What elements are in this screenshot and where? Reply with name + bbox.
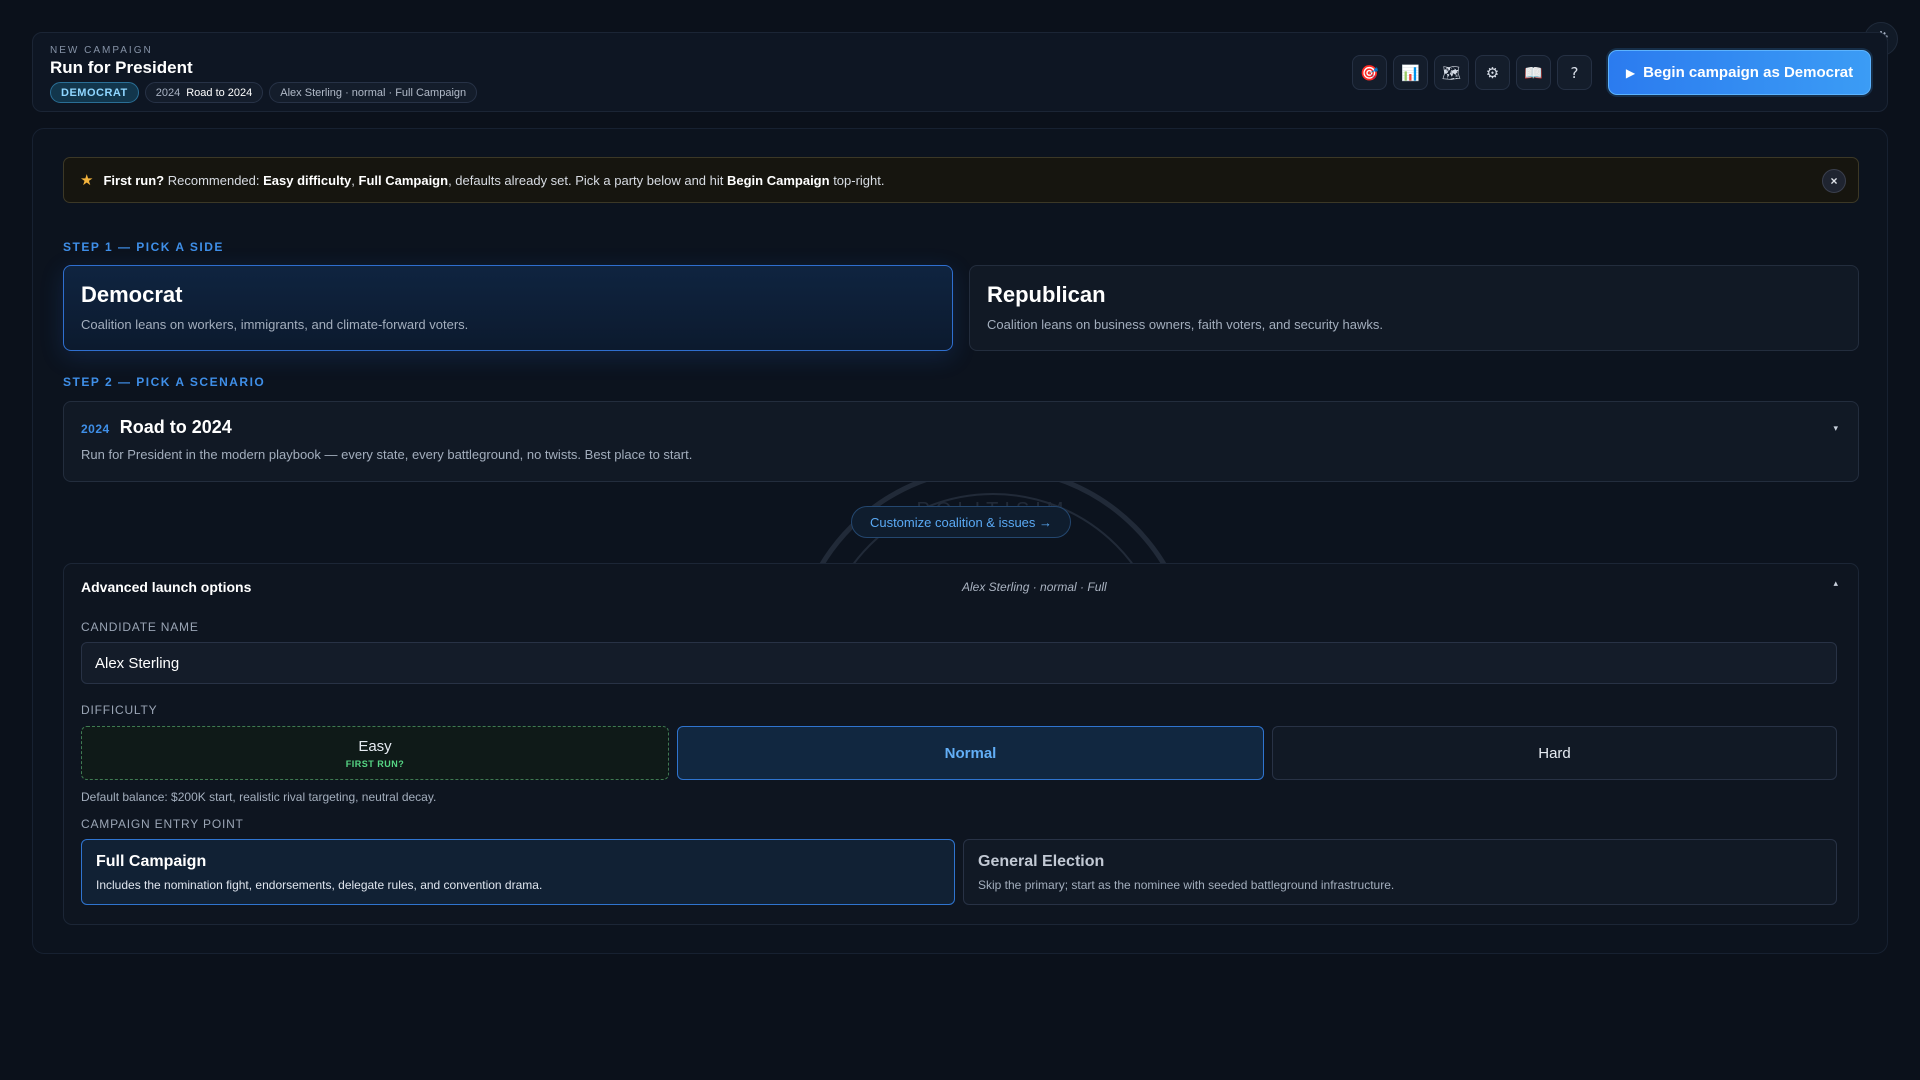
- scenario-chip-name: Road to 2024: [186, 86, 253, 99]
- first-run-tip: ★ First run? Recommended: Easy difficult…: [63, 157, 1859, 203]
- party-desc: Coalition leans on workers, immigrants, …: [81, 317, 469, 332]
- advanced-summary: Alex Sterling · normal · Full: [962, 580, 1107, 594]
- book-icon: 📖: [1524, 63, 1543, 82]
- candidate-name-input[interactable]: [81, 642, 1837, 684]
- begin-campaign-button[interactable]: ▶ Begin campaign as Democrat: [1608, 50, 1871, 95]
- help-button[interactable]: ?: [1557, 55, 1592, 90]
- entry-full-campaign-button[interactable]: Full Campaign Includes the nomination fi…: [81, 839, 955, 905]
- difficulty-note: Default balance: $200K start, realistic …: [81, 790, 437, 804]
- step1-label: STEP 1 — PICK A SIDE: [63, 240, 224, 254]
- candidate-name-label: CANDIDATE NAME: [81, 620, 199, 634]
- entry-point-label: CAMPAIGN ENTRY POINT: [81, 817, 244, 831]
- first-run-badge: FIRST RUN?: [345, 758, 405, 769]
- gear-icon: ⚙: [1485, 63, 1500, 82]
- setup-panel: POLITISIM CAMPAIGN SIMULATION ★ First ru…: [32, 128, 1888, 954]
- bar-chart-icon: 📊: [1401, 63, 1420, 82]
- entry-title: Full Campaign: [96, 853, 207, 870]
- stats-button[interactable]: 📊: [1393, 55, 1428, 90]
- close-icon: ×: [1830, 174, 1838, 188]
- header-toolbar: 🎯 📊 🗺 ⚙ 📖 ?: [1352, 55, 1592, 90]
- guide-button[interactable]: 📖: [1516, 55, 1551, 90]
- entry-desc: Skip the primary; start as the nominee w…: [978, 878, 1395, 892]
- chevron-down-icon: ▾: [1833, 424, 1838, 434]
- difficulty-label: DIFFICULTY: [81, 703, 158, 717]
- scenario-desc: Run for President in the modern playbook…: [81, 447, 693, 462]
- difficulty-easy-button[interactable]: Easy FIRST RUN?: [81, 726, 669, 780]
- header-chips: DEMOCRAT 2024 Road to 2024 Alex Sterling…: [50, 82, 478, 103]
- begin-campaign-label: Begin campaign as Democrat: [1643, 64, 1854, 81]
- star-icon: ★: [80, 171, 94, 189]
- map-icon: 🗺: [1441, 63, 1462, 82]
- target-icon: 🎯: [1360, 63, 1379, 82]
- play-icon: ▶: [1625, 65, 1636, 80]
- help-icon: ?: [1570, 63, 1579, 82]
- party-card-democrat[interactable]: Democrat Coalition leans on workers, imm…: [63, 265, 953, 351]
- chevron-up-icon[interactable]: ▴: [1833, 579, 1838, 589]
- scenario-chip-year: 2024: [155, 86, 181, 99]
- entry-desc: Includes the nomination fight, endorseme…: [96, 878, 543, 892]
- map-button[interactable]: 🗺: [1434, 55, 1469, 90]
- scenario-year: 2024: [81, 422, 110, 436]
- difficulty-hard-label: Hard: [1538, 744, 1571, 762]
- customize-coalition-button[interactable]: Customize coalition & issues →: [851, 506, 1071, 538]
- party-chip: DEMOCRAT: [50, 82, 139, 103]
- campaign-header: NEW CAMPAIGN Run for President DEMOCRAT …: [32, 32, 1888, 112]
- meta-chip: Alex Sterling · normal · Full Campaign: [269, 82, 478, 103]
- difficulty-normal-button[interactable]: Normal: [677, 726, 1264, 780]
- party-name: Democrat: [81, 282, 183, 307]
- header-kicker: NEW CAMPAIGN: [50, 45, 153, 56]
- party-desc: Coalition leans on business owners, fait…: [987, 317, 1383, 332]
- entry-general-election-button[interactable]: General Election Skip the primary; start…: [963, 839, 1837, 905]
- settings-button[interactable]: ⚙: [1475, 55, 1510, 90]
- difficulty-easy-label: Easy: [358, 737, 392, 755]
- step2-label: STEP 2 — PICK A SCENARIO: [63, 375, 266, 389]
- scenario-chip: 2024 Road to 2024: [144, 82, 264, 103]
- close-tip-button[interactable]: ×: [1822, 169, 1846, 193]
- difficulty-normal-label: Normal: [944, 744, 997, 762]
- entry-title: General Election: [978, 853, 1105, 870]
- party-card-republican[interactable]: Republican Coalition leans on business o…: [969, 265, 1859, 351]
- party-name: Republican: [987, 282, 1106, 307]
- advanced-options-toggle[interactable]: Advanced launch options: [81, 579, 251, 595]
- scenario-select[interactable]: 2024 Road to 2024 Run for President in t…: [63, 401, 1859, 482]
- difficulty-hard-button[interactable]: Hard: [1272, 726, 1837, 780]
- target-button[interactable]: 🎯: [1352, 55, 1387, 90]
- tip-text: First run? Recommended: Easy difficulty,…: [103, 172, 885, 188]
- page-title: Run for President: [50, 58, 193, 77]
- scenario-name: Road to 2024: [119, 417, 232, 437]
- advanced-options: Advanced launch options Alex Sterling · …: [63, 563, 1859, 925]
